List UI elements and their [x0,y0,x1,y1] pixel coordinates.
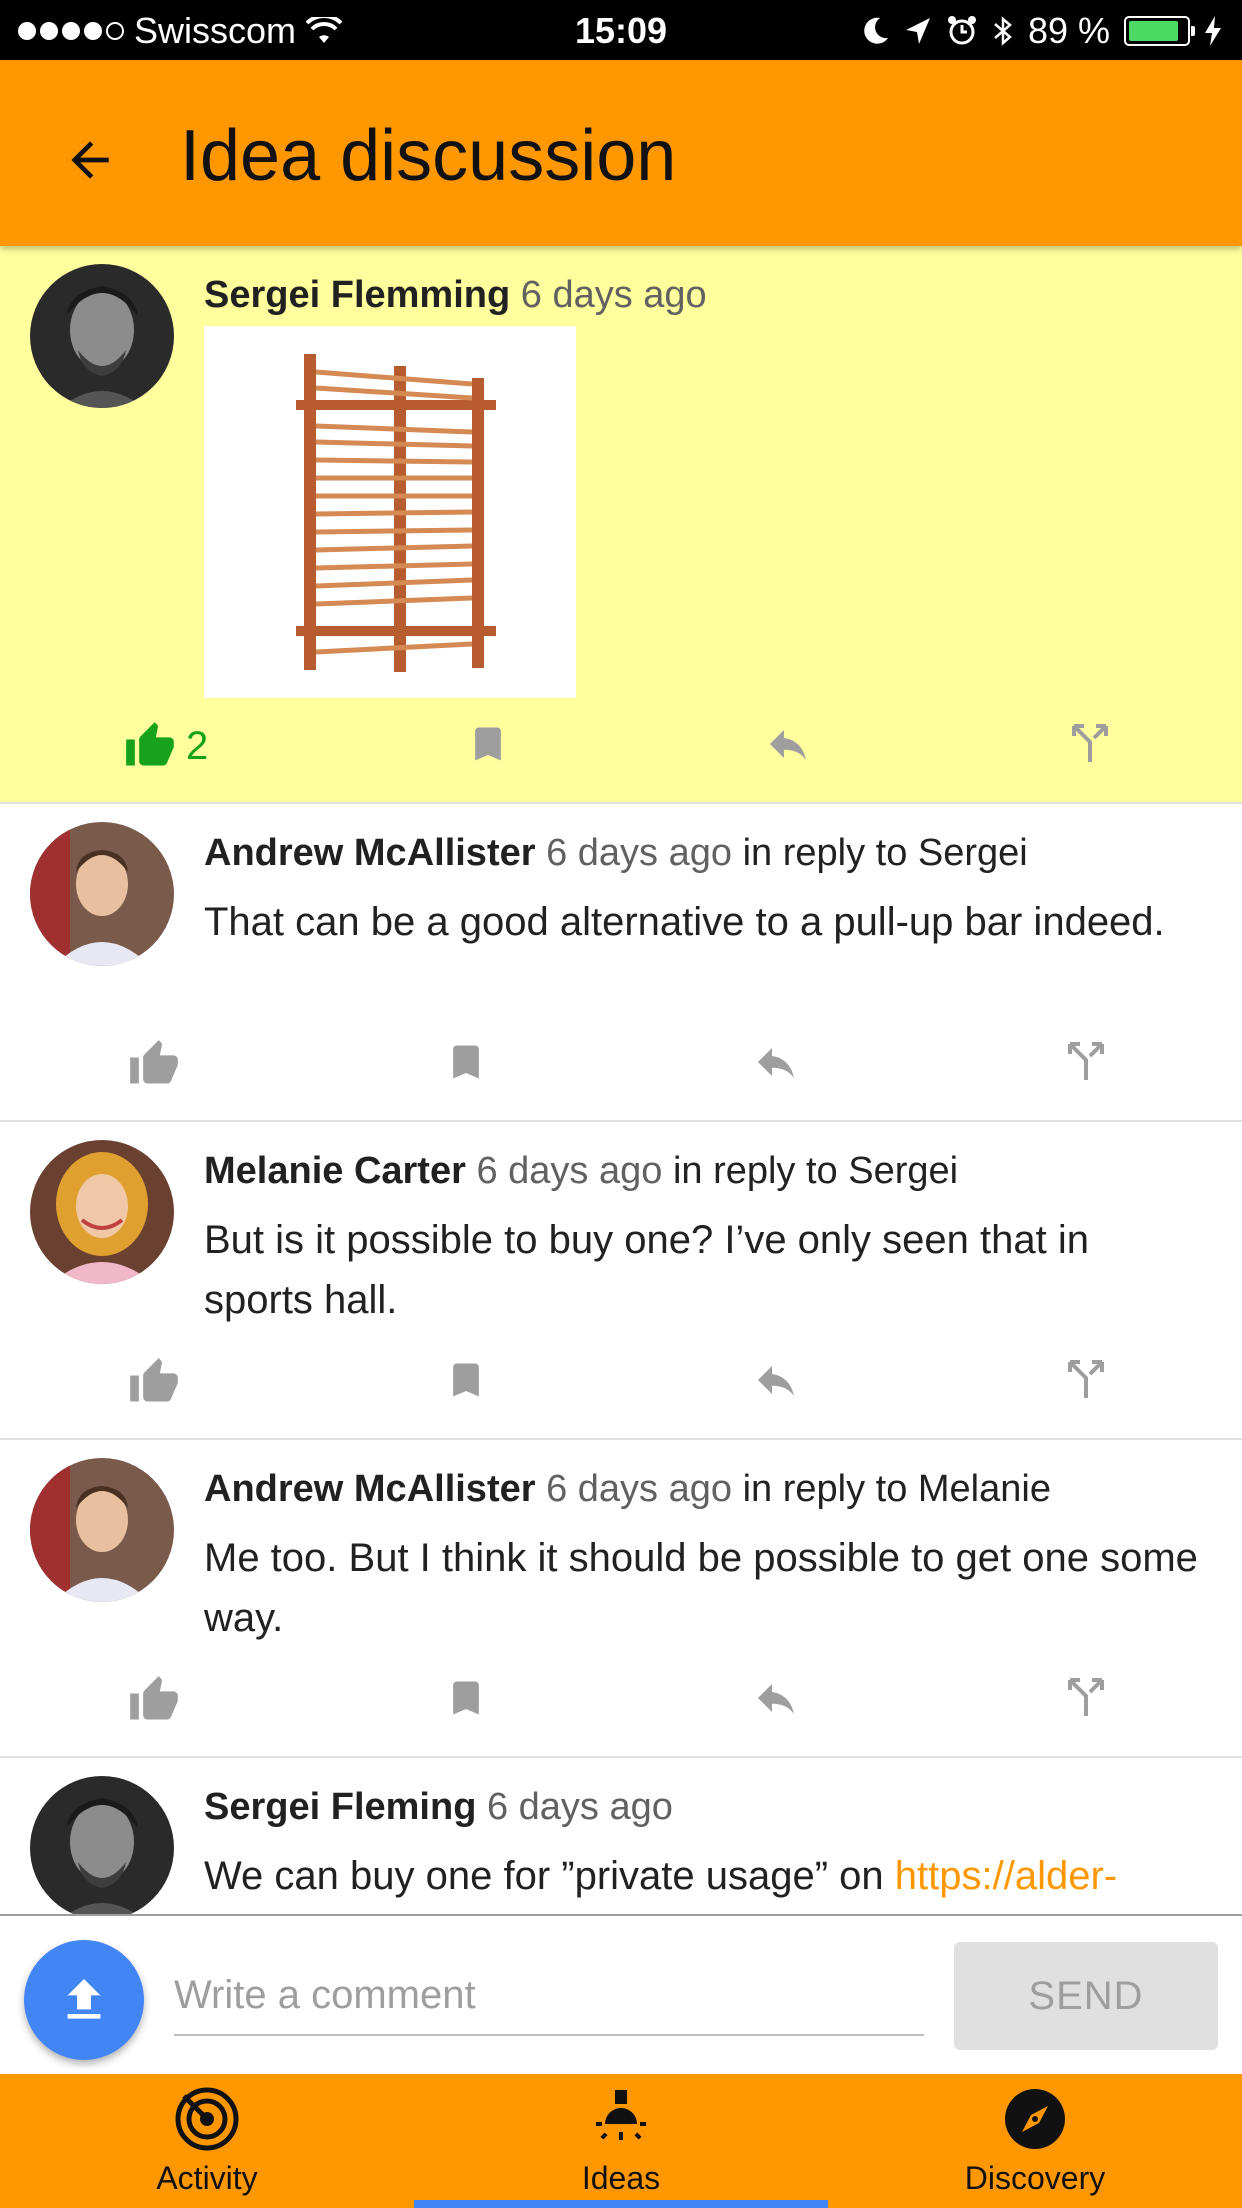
post-time: 6 days ago [546,1468,733,1510]
moon-icon [864,17,888,44]
arrow-back-icon [71,141,109,179]
nav-label: Discovery [964,2160,1106,2196]
reply-icon [758,1048,794,1078]
original-post: Sergei Flemming 6 days ago 2 [0,246,1242,804]
reply-icon [770,730,806,760]
bookmark-button[interactable] [444,1674,488,1722]
fork-icon [1068,1360,1104,1398]
post-actions: 2 [0,710,1242,780]
reply-to-label[interactable]: in reply to Sergei [673,1150,958,1192]
back-button[interactable] [50,120,130,200]
page-title: Idea discussion [180,116,677,196]
like-button[interactable] [128,1356,180,1408]
author-name[interactable]: Andrew McAllister [204,832,536,874]
reply-icon [758,1684,794,1714]
post-time: 6 days ago [486,1786,673,1828]
bookmark-icon [475,727,501,761]
comment: Melanie Carter 6 days ago in reply to Se… [0,1122,1242,1440]
author-name[interactable]: Sergei Fleming [204,1786,476,1828]
comment: Sergei Fleming 6 days ago We can buy one… [0,1758,1242,1914]
bookmark-icon [453,1363,479,1397]
send-button[interactable]: SEND [954,1942,1218,2050]
battery-percent: 89 % [1027,10,1110,51]
avatar[interactable] [30,1458,174,1602]
like-button[interactable] [128,1038,180,1090]
reply-button[interactable] [764,720,812,768]
bookmark-button[interactable] [444,1038,488,1086]
branch-button[interactable] [1062,1356,1110,1404]
thumbs-up-icon [130,1358,178,1402]
comment-text: That can be a good alternative to a pull… [204,900,1165,944]
reply-to-label[interactable]: in reply to Sergei [743,832,1028,874]
app-bar: Idea discussion [0,60,1242,246]
nav-discovery[interactable]: Discovery [828,2074,1242,2208]
reply-to-label[interactable]: in reply to Melanie [743,1468,1051,1510]
comment-actions [0,1664,1242,1734]
post-time: 6 days ago [476,1150,663,1192]
location-arrow-icon [905,18,930,44]
author-name[interactable]: Sergei Flemming [204,274,510,316]
battery-icon [1124,16,1195,46]
comment-composer: SEND [0,1914,1242,2074]
thumbs-up-icon [126,722,174,766]
branch-button[interactable] [1062,1674,1110,1722]
branch-button[interactable] [1066,720,1114,768]
thumbs-up-icon [130,1676,178,1720]
upload-icon [67,1979,101,2019]
like-button[interactable]: 2 [124,720,208,772]
compass-icon [1005,2089,1065,2149]
avatar[interactable] [30,1776,174,1914]
reply-button[interactable] [752,1356,800,1404]
external-link[interactable]: https://alder- [895,1854,1117,1898]
comment-text: But is it possible to buy one? I’ve only… [204,1218,1089,1322]
upload-button[interactable] [24,1940,144,2060]
reply-icon [758,1366,794,1396]
avatar[interactable] [30,822,174,966]
comment: Andrew McAllister 6 days ago in reply to… [0,1440,1242,1758]
wall-bars-image [204,326,576,698]
like-count: 2 [186,723,209,768]
attachment-image[interactable] [204,326,576,698]
comment-text: We can buy one for ”private usage” on ht… [204,1854,1118,1898]
bookmark-button[interactable] [466,720,510,768]
nav-ideas[interactable]: Ideas [414,2074,828,2208]
bookmark-button[interactable] [444,1356,488,1404]
reply-button[interactable] [752,1038,800,1086]
avatar[interactable] [30,264,174,408]
comment: Andrew McAllister 6 days ago in reply to… [0,804,1242,1122]
like-button[interactable] [128,1674,180,1726]
status-bar: Swisscom 15:09 89 % [0,0,1242,60]
nav-label: Ideas [581,2160,661,2196]
bluetooth-icon [994,16,1012,46]
fork-icon [1068,1678,1104,1716]
bookmark-icon [453,1045,479,1079]
lightbulb-icon [596,2090,646,2140]
fork-icon [1072,724,1108,762]
bottom-navigation: Activity Ideas Discovery [0,2074,1242,2208]
comment-input[interactable] [174,1956,924,2036]
post-time: 6 days ago [520,274,707,316]
charging-bolt-icon [1205,16,1221,46]
author-name[interactable]: Melanie Carter [204,1150,466,1192]
alarm-icon [947,16,976,45]
nav-activity[interactable]: Activity [0,2074,414,2208]
branch-button[interactable] [1062,1038,1110,1086]
activity-icon [174,2086,239,2151]
comment-actions [0,1028,1242,1098]
avatar[interactable] [30,1140,174,1284]
fork-icon [1068,1042,1104,1080]
thumbs-up-icon [130,1040,178,1084]
author-name[interactable]: Andrew McAllister [204,1468,536,1510]
post-time: 6 days ago [546,832,733,874]
nav-label: Activity [156,2160,258,2196]
discussion-list[interactable]: Sergei Flemming 6 days ago 2 Andrew McAl… [0,246,1242,1914]
comment-actions [0,1346,1242,1416]
reply-button[interactable] [752,1674,800,1722]
bookmark-icon [453,1681,479,1715]
comment-text: Me too. But I think it should be possibl… [204,1536,1198,1640]
